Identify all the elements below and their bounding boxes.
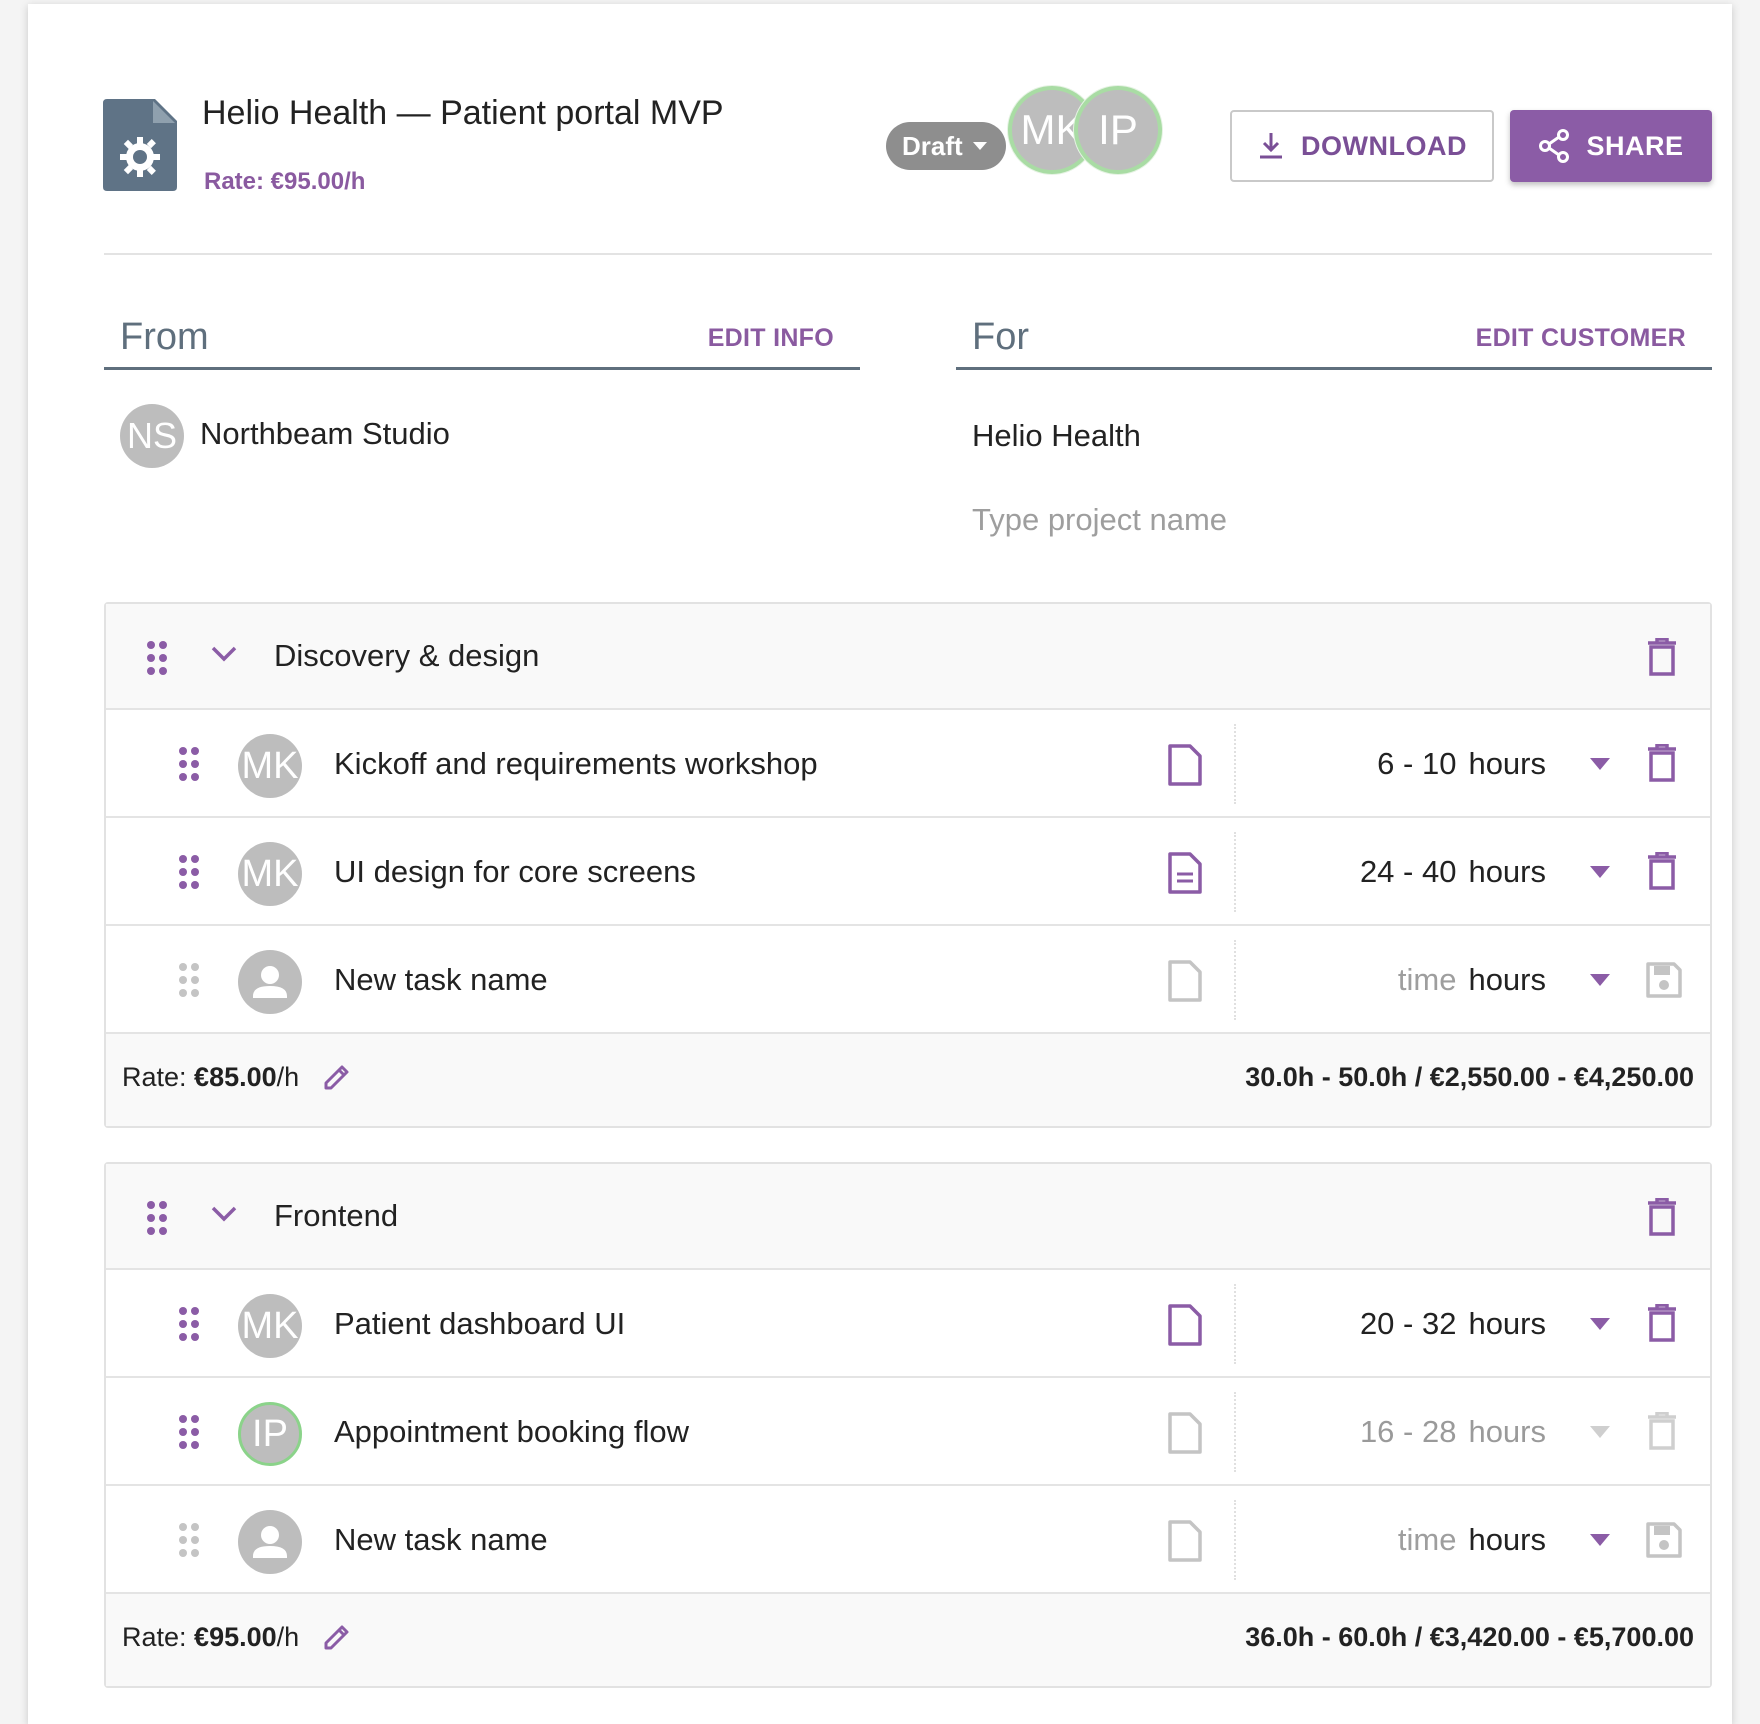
caret-down-icon[interactable]	[1590, 1534, 1610, 1546]
assignee-avatar[interactable]: MK	[238, 1294, 302, 1358]
caret-down-icon[interactable]	[1590, 1318, 1610, 1330]
edit-pencil-icon[interactable]	[322, 1622, 352, 1652]
assignee-avatar[interactable]: MK	[238, 734, 302, 798]
edit-pencil-icon[interactable]	[322, 1062, 352, 1092]
task-group: Frontend MK Patient dashboard UI 20 - 32…	[104, 1162, 1712, 1688]
file-text-icon[interactable]	[1168, 852, 1202, 894]
share-button[interactable]: SHARE	[1510, 110, 1712, 182]
document-settings-icon	[103, 99, 177, 191]
chevron-down-icon[interactable]	[210, 644, 238, 664]
caret-down-icon[interactable]	[1590, 866, 1610, 878]
delete-task-icon[interactable]	[1648, 744, 1676, 782]
file-icon[interactable]	[1168, 744, 1202, 786]
project-rate: Rate: €95.00/h	[204, 168, 366, 195]
from-title: From	[120, 316, 209, 358]
new-task-row: New task name time hours	[106, 1486, 1710, 1594]
file-icon[interactable]	[1168, 1304, 1202, 1346]
drag-handle-icon[interactable]	[178, 854, 200, 890]
download-button[interactable]: DOWNLOAD	[1230, 110, 1494, 182]
status-dropdown[interactable]: Draft	[886, 122, 1006, 170]
group-header: Discovery & design	[106, 604, 1710, 710]
hours-estimate[interactable]: 24 - 40 hours	[1360, 854, 1546, 890]
column-separator	[1234, 1284, 1236, 1364]
company-name: Northbeam Studio	[200, 416, 450, 451]
file-icon[interactable]	[1168, 1412, 1202, 1454]
task-row: MK Patient dashboard UI 20 - 32 hours	[106, 1270, 1710, 1378]
drag-handle-icon[interactable]	[146, 1200, 168, 1236]
from-section-header: From EDIT INFO	[104, 310, 860, 370]
edit-customer-link[interactable]: EDIT CUSTOMER	[1476, 324, 1686, 353]
person-icon[interactable]	[238, 950, 302, 1014]
new-task-input[interactable]: New task name	[334, 962, 548, 998]
file-icon[interactable]	[1168, 960, 1202, 1002]
drag-handle-icon	[179, 963, 199, 997]
file-icon[interactable]	[1168, 1520, 1202, 1562]
caret-down-icon	[972, 142, 987, 150]
hours-input[interactable]: time hours	[1398, 962, 1546, 998]
collaborator-avatar[interactable]: IP	[1074, 86, 1162, 174]
caret-down-icon[interactable]	[1590, 974, 1610, 986]
column-separator	[1234, 1392, 1236, 1472]
group-total: 36.0h - 60.0h / €3,420.00 - €5,700.00	[1245, 1622, 1694, 1652]
status-label: Draft	[902, 130, 963, 161]
download-label: DOWNLOAD	[1301, 130, 1467, 161]
group-footer: Rate: €85.00/h 30.0h - 50.0h / €2,550.00…	[106, 1034, 1710, 1126]
company-avatar: NS	[120, 404, 184, 468]
task-name[interactable]: Kickoff and requirements workshop	[334, 746, 818, 782]
group-name[interactable]: Discovery & design	[274, 638, 539, 674]
customer-name: Helio Health	[972, 418, 1141, 453]
task-name[interactable]: UI design for core screens	[334, 854, 696, 890]
project-title: Helio Health — Patient portal MVP	[202, 94, 724, 132]
hours-estimate[interactable]: 6 - 10 hours	[1377, 746, 1546, 782]
delete-group-icon[interactable]	[1648, 1198, 1676, 1236]
group-rate: Rate: €95.00/h	[122, 1622, 300, 1652]
estimate-card: Helio Health — Patient portal MVP Rate: …	[28, 4, 1732, 1724]
hours-estimate[interactable]: 16 - 28 hours	[1360, 1414, 1546, 1450]
download-icon	[1260, 133, 1282, 159]
group-rate: Rate: €85.00/h	[122, 1062, 300, 1092]
header-divider	[104, 253, 1712, 255]
drag-handle-icon[interactable]	[178, 1414, 200, 1450]
delete-task-icon[interactable]	[1648, 852, 1676, 890]
assignee-avatar[interactable]: IP	[238, 1402, 302, 1466]
drag-handle-icon[interactable]	[146, 640, 168, 676]
group-name[interactable]: Frontend	[274, 1198, 398, 1234]
delete-task-icon[interactable]	[1648, 1304, 1676, 1342]
hours-estimate[interactable]: 20 - 32 hours	[1360, 1306, 1546, 1342]
task-row: IP Appointment booking flow 16 - 28 hours	[106, 1378, 1710, 1486]
share-icon	[1539, 129, 1570, 163]
task-row: MK UI design for core screens 24 - 40 hou…	[106, 818, 1710, 926]
group-total: 30.0h - 50.0h / €2,550.00 - €4,250.00	[1245, 1062, 1694, 1092]
task-name[interactable]: Appointment booking flow	[334, 1414, 689, 1450]
project-name-input[interactable]: Type project name	[972, 502, 1227, 538]
share-label: SHARE	[1586, 130, 1684, 161]
delete-task-icon[interactable]	[1648, 1412, 1676, 1450]
group-footer: Rate: €95.00/h 36.0h - 60.0h / €3,420.00…	[106, 1594, 1710, 1686]
person-icon[interactable]	[238, 1510, 302, 1574]
delete-group-icon[interactable]	[1648, 638, 1676, 676]
save-icon[interactable]	[1646, 962, 1682, 998]
new-task-row: New task name time hours	[106, 926, 1710, 1034]
hours-input[interactable]: time hours	[1398, 1522, 1546, 1558]
task-group: Discovery & design MK Kickoff and requir…	[104, 602, 1712, 1128]
new-task-input[interactable]: New task name	[334, 1522, 548, 1558]
edit-info-link[interactable]: EDIT INFO	[708, 324, 834, 353]
for-section-header: For EDIT CUSTOMER	[956, 310, 1712, 370]
column-separator	[1234, 724, 1236, 804]
chevron-down-icon[interactable]	[210, 1204, 238, 1224]
drag-handle-icon	[179, 1523, 199, 1557]
group-header: Frontend	[106, 1164, 1710, 1270]
column-separator	[1234, 832, 1236, 912]
save-icon[interactable]	[1646, 1522, 1682, 1558]
drag-handle-icon[interactable]	[178, 746, 200, 782]
caret-down-icon[interactable]	[1590, 1426, 1610, 1438]
for-title: For	[972, 316, 1029, 358]
column-separator	[1234, 940, 1236, 1020]
caret-down-icon[interactable]	[1590, 758, 1610, 770]
task-name[interactable]: Patient dashboard UI	[334, 1306, 625, 1342]
assignee-avatar[interactable]: MK	[238, 842, 302, 906]
column-separator	[1234, 1500, 1236, 1580]
drag-handle-icon[interactable]	[178, 1306, 200, 1342]
task-row: MK Kickoff and requirements workshop 6 -…	[106, 710, 1710, 818]
